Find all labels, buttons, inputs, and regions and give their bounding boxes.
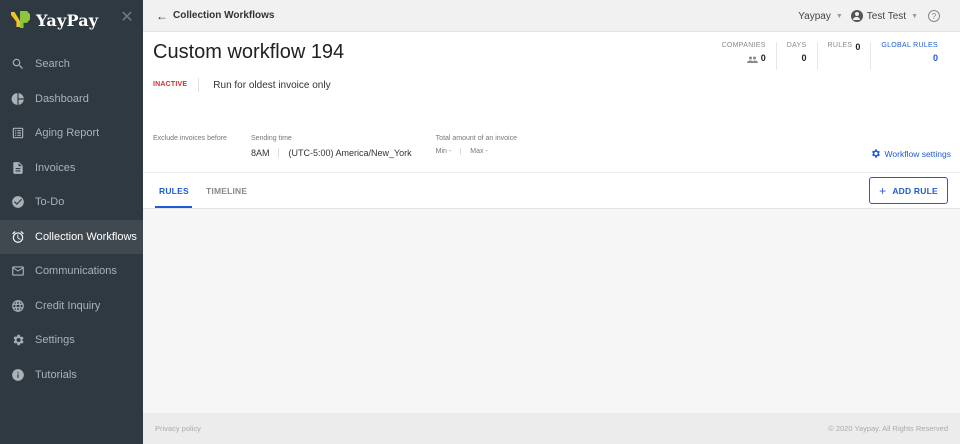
people-icon [746, 55, 758, 63]
stat-label: DAYS [786, 42, 807, 49]
workflow-settings-link[interactable]: Workflow settings [870, 148, 951, 159]
workflow-settings-label: Workflow settings [884, 148, 951, 159]
footer: Privacy policy © 2020 Yaypay. All Rights… [143, 413, 960, 444]
sending-time-field: Sending time 8AM (UTC-5:00) America/New_… [251, 135, 412, 158]
brand-name: YayPay [36, 10, 99, 30]
stat-value: 0 [855, 42, 861, 52]
top-bar: ← Collection Workflows Yaypay ▼ Test Tes… [143, 0, 960, 32]
tabs-bar: RULES TIMELINE + ADD RULE [143, 172, 960, 209]
stat-rules[interactable]: RULES 0 [818, 42, 872, 70]
workflow-stats: COMPANIES 0 DAYS 0 RULES 0 GLOBAL RULES … [712, 42, 938, 70]
chevron-down-icon: ▼ [835, 12, 843, 20]
add-rule-label: ADD RULE [892, 185, 938, 196]
back-link[interactable]: ← Collection Workflows [156, 9, 275, 23]
user-menu[interactable]: Test Test [867, 11, 906, 22]
sidebar-item-invoices[interactable]: Invoices [0, 151, 143, 186]
tab-rules[interactable]: RULES [155, 186, 192, 208]
sending-time-value: 8AM [250, 148, 270, 158]
chevron-down-icon: ▼ [911, 12, 918, 20]
check-circle-icon [11, 195, 25, 209]
info-icon [11, 368, 25, 382]
sidebar-item-label: To-Do [35, 196, 65, 209]
status-badge: INACTIVE [153, 78, 200, 92]
sidebar-item-tutorials[interactable]: Tutorials [0, 358, 143, 393]
run-mode-text: Run for oldest invoice only [213, 79, 331, 91]
alarm-clock-icon [11, 230, 25, 244]
sidebar-item-dashboard[interactable]: Dashboard [0, 82, 143, 117]
min-value: Min - [435, 148, 452, 155]
sidebar-item-label: Invoices [35, 161, 76, 174]
brand: YayPay ✕ [0, 0, 143, 40]
pie-chart-icon [11, 92, 25, 106]
divider [460, 148, 462, 155]
sidebar-item-collection-workflows[interactable]: Collection Workflows [0, 219, 143, 254]
sidebar-item-search[interactable]: Search [0, 47, 143, 82]
globe-icon [11, 299, 25, 313]
stat-value: 0 [801, 53, 807, 63]
stat-days[interactable]: DAYS 0 [777, 42, 818, 70]
total-amount-field: Total amount of an invoice Min - Max - [436, 135, 517, 158]
sidebar-item-settings[interactable]: Settings [0, 323, 143, 358]
sidebar-item-communications[interactable]: Communications [0, 254, 143, 289]
field-label: Exclude invoices before [153, 135, 227, 142]
sidebar-item-label: Aging Report [35, 127, 100, 140]
arrow-left-icon: ← [156, 8, 168, 23]
copyright-text: © 2020 Yaypay. All Rights Reserved [828, 424, 948, 433]
max-value: Max - [470, 148, 488, 155]
top-right-controls: Yaypay ▼ Test Test ▼ ? [798, 0, 940, 32]
stat-label: COMPANIES [721, 42, 766, 49]
mail-icon [11, 264, 25, 278]
stat-companies[interactable]: COMPANIES 0 [712, 42, 777, 70]
exclude-invoices-field: Exclude invoices before [153, 135, 227, 158]
sidebar-item-label: Credit Inquiry [35, 299, 101, 312]
field-label: Total amount of an invoice [435, 135, 517, 142]
workflow-header: Custom workflow 194 INACTIVE Run for old… [143, 32, 960, 172]
report-icon [11, 126, 25, 140]
help-icon[interactable]: ? [928, 10, 940, 22]
add-rule-button[interactable]: + ADD RULE [869, 177, 948, 204]
plus-icon: + [879, 183, 887, 198]
status-row: INACTIVE Run for oldest invoice only [153, 78, 331, 92]
page-title: Custom workflow 194 [153, 41, 345, 63]
sidebar-item-label: Tutorials [35, 368, 77, 381]
stat-label: GLOBAL RULES [881, 42, 938, 49]
sidebar-item-label: Search [35, 58, 70, 71]
search-icon [11, 57, 25, 71]
divider [278, 148, 280, 158]
sidebar-item-label: Communications [35, 265, 117, 278]
sidebar: YayPay ✕ Search Dashboard Aging Report I… [0, 0, 143, 444]
sidebar-item-credit-inquiry[interactable]: Credit Inquiry [0, 289, 143, 324]
document-icon [11, 161, 25, 175]
sidebar-item-label: Dashboard [35, 92, 89, 105]
stat-value: 0 [932, 53, 938, 63]
rules-content-area [143, 209, 960, 413]
yaypay-logo-icon [11, 11, 31, 29]
sidebar-nav: Search Dashboard Aging Report Invoices T… [0, 47, 143, 392]
stat-label: RULES [827, 42, 853, 49]
sidebar-item-aging-report[interactable]: Aging Report [0, 116, 143, 151]
workflow-fields: Exclude invoices before Sending time 8AM… [153, 135, 541, 158]
main-area: ← Collection Workflows Yaypay ▼ Test Tes… [143, 0, 960, 444]
company-selector[interactable]: Yaypay [798, 11, 831, 22]
stat-global-rules[interactable]: GLOBAL RULES 0 [871, 42, 938, 70]
user-avatar-icon [850, 10, 863, 22]
field-label: Sending time [250, 135, 292, 142]
gear-icon [871, 149, 880, 158]
gear-icon [11, 333, 25, 347]
tab-timeline[interactable]: TIMELINE [206, 186, 247, 196]
privacy-policy-link[interactable]: Privacy policy [155, 424, 201, 433]
close-sidebar-icon[interactable]: ✕ [120, 10, 134, 26]
sidebar-item-label: Collection Workflows [35, 230, 137, 243]
sidebar-item-label: Settings [35, 334, 75, 347]
back-link-label: Collection Workflows [173, 10, 275, 21]
stat-value: 0 [760, 53, 766, 63]
sidebar-item-to-do[interactable]: To-Do [0, 185, 143, 220]
timezone-value: (UTC-5:00) America/New_York [288, 148, 412, 158]
